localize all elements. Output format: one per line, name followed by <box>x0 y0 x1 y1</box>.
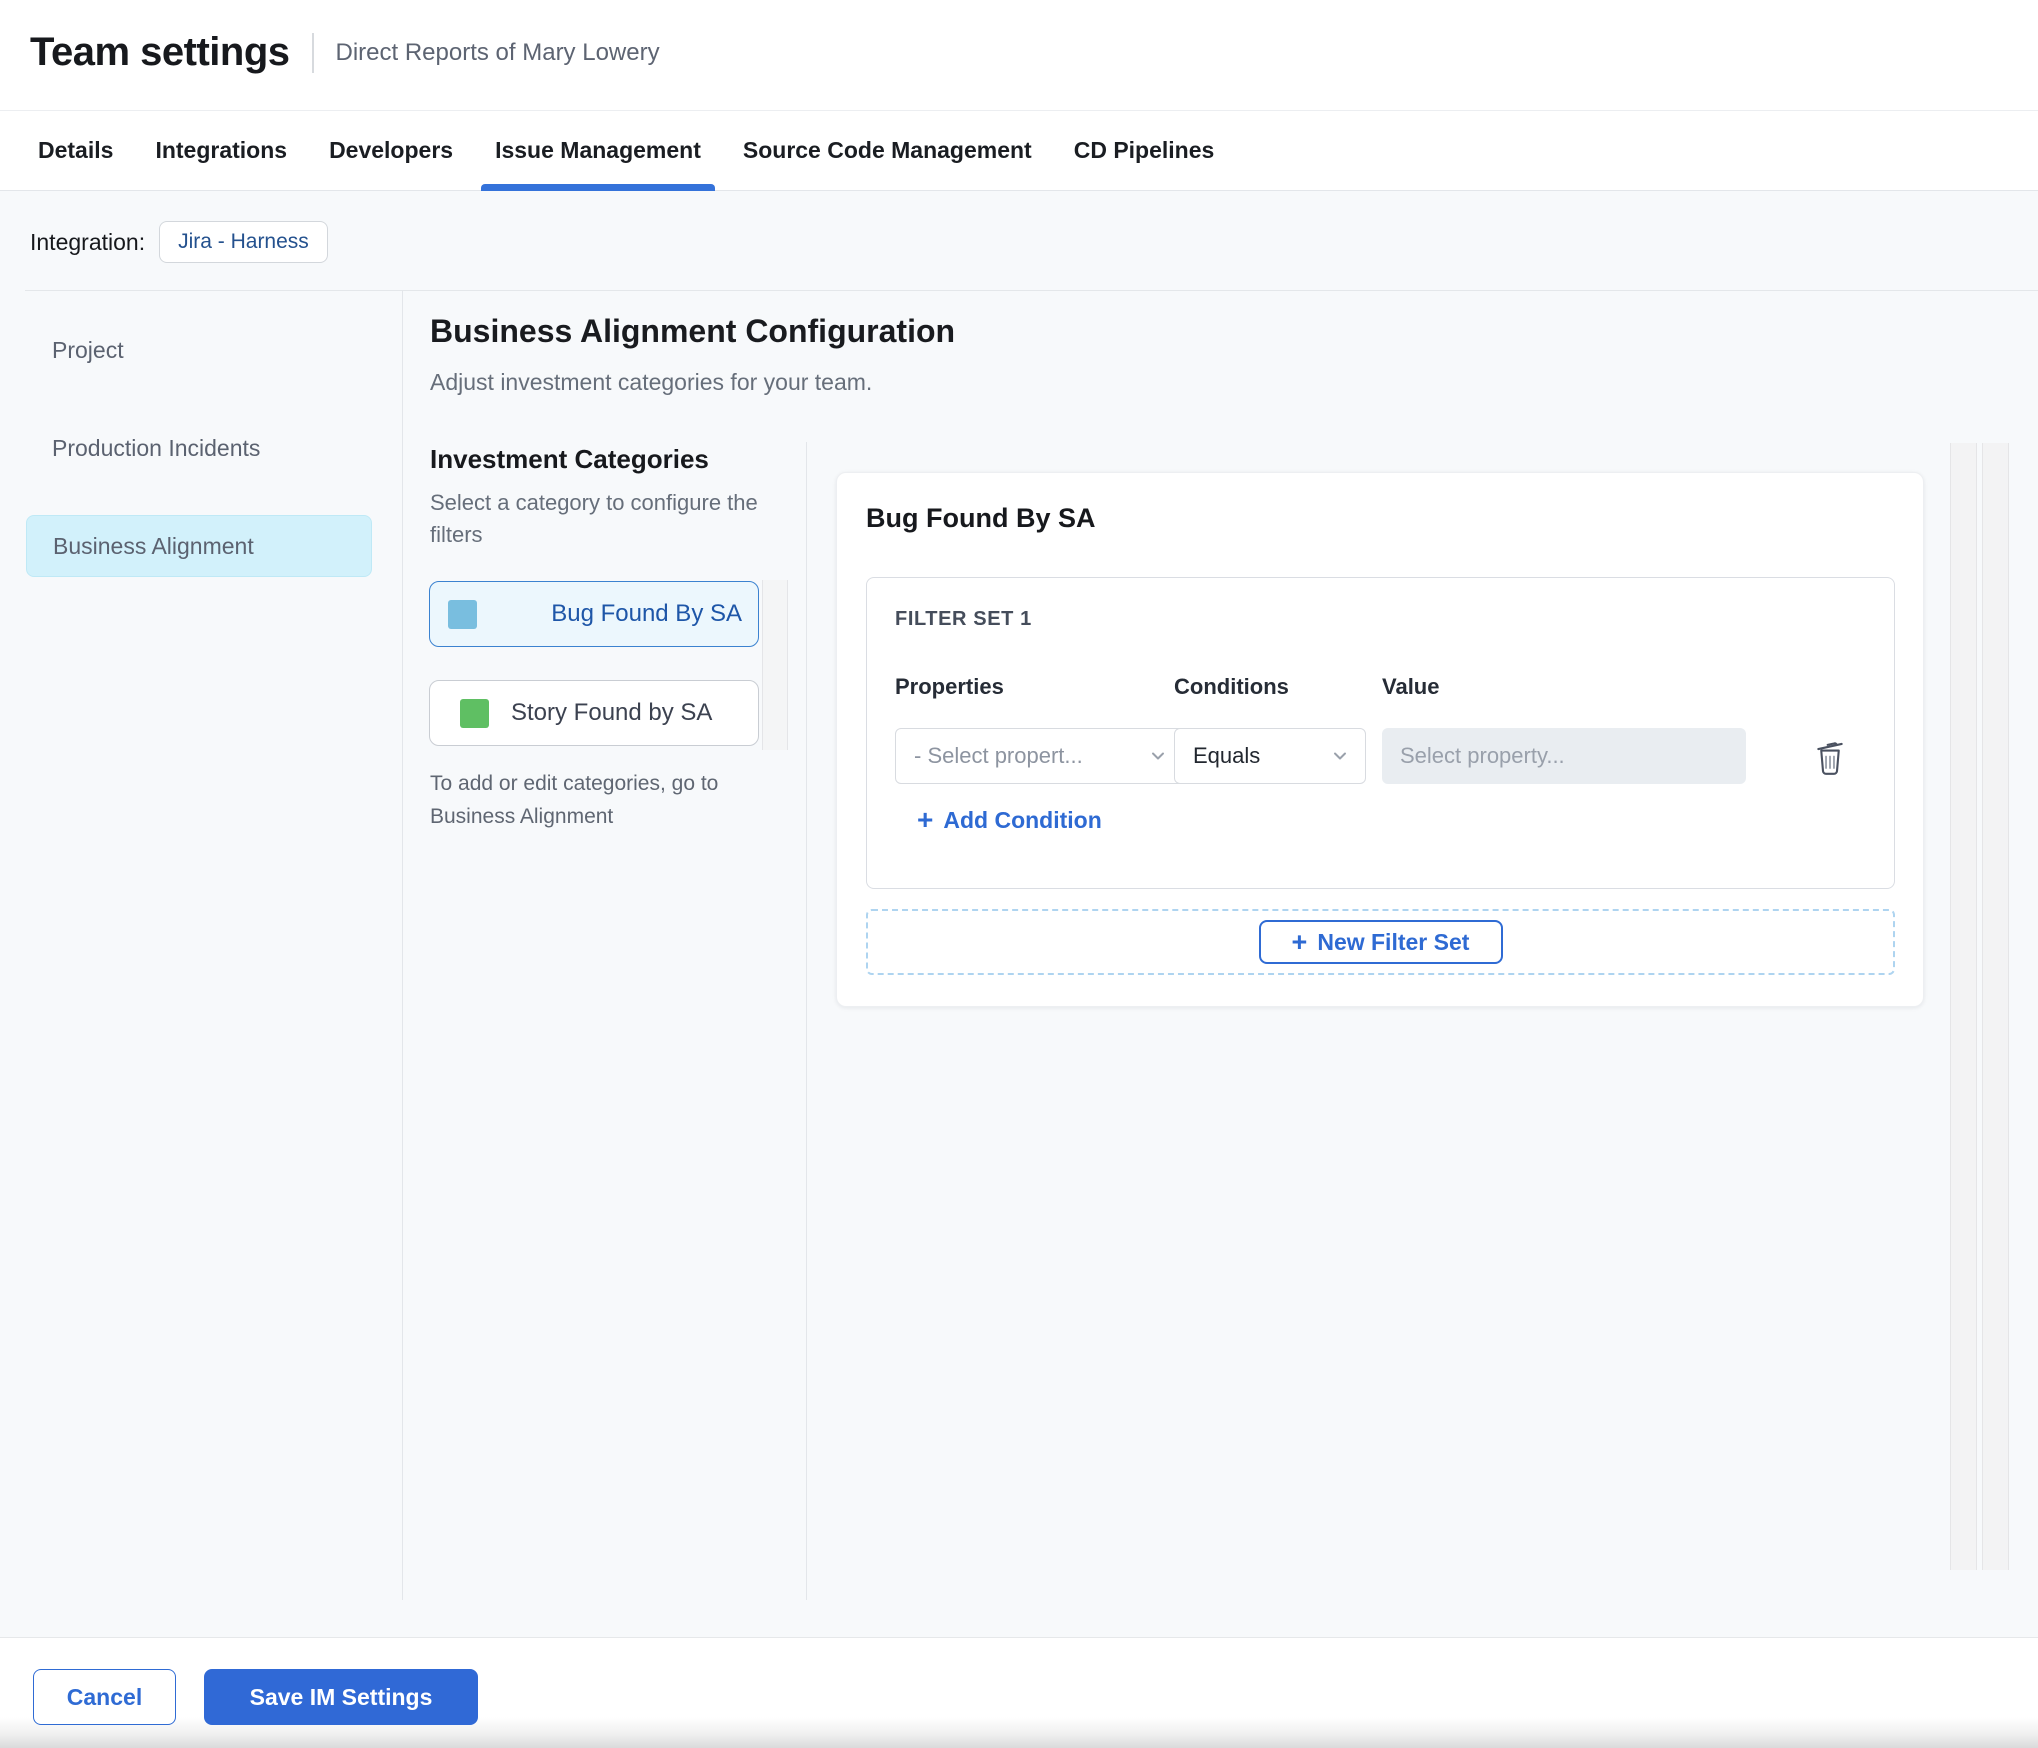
column-label-properties: Properties <box>895 674 1004 699</box>
properties-select-placeholder: - Select propert... <box>914 743 1083 768</box>
scrollbar-track-outer[interactable] <box>1982 443 2009 1570</box>
plus-icon: + <box>1291 926 1308 957</box>
column-label-value: Value <box>1382 674 1440 699</box>
tab-issue-management[interactable]: Issue Management <box>481 111 715 191</box>
sidebar-item-business-alignment[interactable]: Business Alignment <box>26 515 372 577</box>
filter-panel-card: Bug Found By SA FILTER SET 1 Properties … <box>836 472 1924 1007</box>
new-filter-set-label: New Filter Set <box>1317 928 1470 955</box>
value-input[interactable] <box>1382 728 1746 784</box>
sidebar-item-project[interactable]: Project <box>26 319 372 381</box>
category-story-found-by-sa[interactable]: Story Found by SA <box>429 680 759 746</box>
tab-developers[interactable]: Developers <box>329 111 453 190</box>
new-filter-set-button[interactable]: + New Filter Set <box>1258 920 1503 964</box>
tab-cd-pipelines[interactable]: CD Pipelines <box>1074 111 1215 190</box>
properties-select[interactable]: - Select propert... <box>895 728 1184 784</box>
save-im-settings-button[interactable]: Save IM Settings <box>204 1669 478 1725</box>
trash-icon[interactable] <box>1811 736 1849 778</box>
divider-categories <box>806 442 807 1600</box>
scrollbar-track-inner[interactable] <box>1950 443 1977 1570</box>
divider-horizontal <box>25 290 2038 291</box>
tab-bar: Details Integrations Developers Issue Ma… <box>0 111 2038 191</box>
tab-integrations[interactable]: Integrations <box>155 111 287 190</box>
add-condition-button[interactable]: + Add Condition <box>917 806 1102 834</box>
tab-source-code-management[interactable]: Source Code Management <box>743 111 1032 190</box>
divider-sidebar <box>402 290 403 1600</box>
chevron-down-icon <box>1334 752 1346 760</box>
tab-content: Integration: Jira - Harness Project Prod… <box>0 191 2038 1637</box>
categories-scrollbar-track[interactable] <box>762 580 788 750</box>
page-title: Team settings <box>30 30 290 74</box>
plus-icon: + <box>917 804 934 835</box>
investment-categories-hint: Select a category to configure the filte… <box>430 490 758 547</box>
new-filter-set-dropzone: + New Filter Set <box>866 909 1895 975</box>
add-condition-label: Add Condition <box>943 806 1102 833</box>
filter-set-title: FILTER SET 1 <box>895 608 1032 630</box>
section-title: Business Alignment Configuration <box>430 313 956 349</box>
filter-set-box: FILTER SET 1 Properties Conditions Value… <box>866 577 1895 889</box>
categories-footnote: To add or edit categories, go to Busines… <box>430 772 719 828</box>
integration-chip[interactable]: Jira - Harness <box>159 221 328 263</box>
panel-title: Bug Found By SA <box>866 503 1096 533</box>
category-color-swatch-green <box>460 698 489 728</box>
tab-details[interactable]: Details <box>38 111 113 190</box>
cancel-button[interactable]: Cancel <box>33 1669 176 1725</box>
section-subtitle: Adjust investment categories for your te… <box>430 369 873 395</box>
column-label-conditions: Conditions <box>1174 674 1289 699</box>
page-subtitle: Direct Reports of Mary Lowery <box>311 32 660 73</box>
conditions-select-value: Equals <box>1193 743 1261 768</box>
team-settings-page: Team settings Direct Reports of Mary Low… <box>0 0 2038 1748</box>
category-label: Story Found by SA <box>511 699 713 726</box>
sidebar-item-production-incidents[interactable]: Production Incidents <box>26 417 372 479</box>
footer-bar: Cancel Save IM Settings <box>0 1637 2038 1748</box>
category-color-swatch-blue <box>448 599 477 629</box>
conditions-select[interactable]: Equals <box>1174 728 1366 784</box>
page-header: Team settings Direct Reports of Mary Low… <box>0 0 2038 111</box>
investment-categories-title: Investment Categories <box>430 444 709 474</box>
chevron-down-icon <box>1152 752 1164 760</box>
integration-row: Integration: Jira - Harness <box>30 221 328 263</box>
integration-label: Integration: <box>30 228 146 255</box>
category-label: Bug Found By SA <box>551 600 742 627</box>
category-bug-found-by-sa[interactable]: Bug Found By SA <box>429 581 759 647</box>
settings-sidebar: Project Production Incidents Business Al… <box>26 319 372 613</box>
